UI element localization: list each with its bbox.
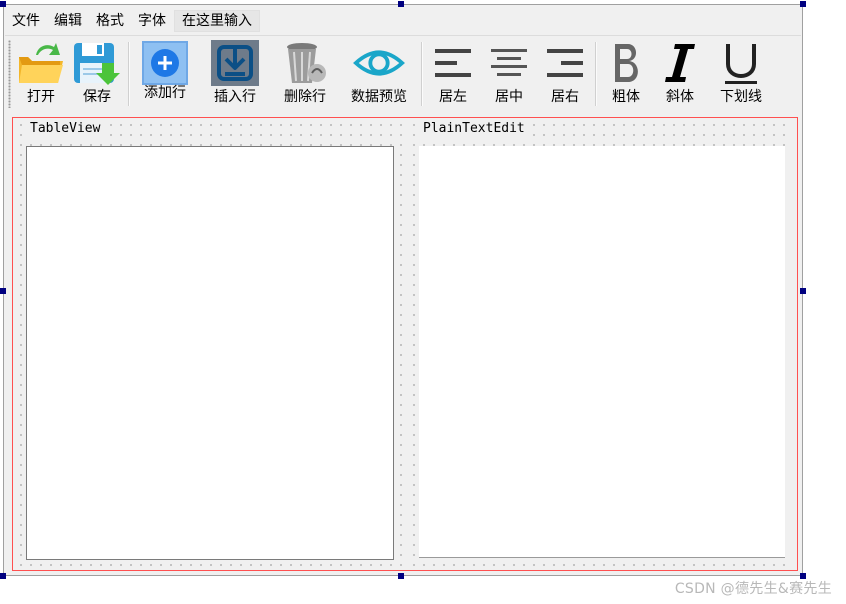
data-preview-label: 数据预览 bbox=[351, 89, 407, 105]
menu-file[interactable]: 文件 bbox=[6, 10, 48, 32]
insert-download-icon bbox=[209, 38, 261, 88]
open-folder-icon bbox=[15, 38, 67, 88]
toolbar-separator bbox=[595, 42, 597, 106]
resize-handle-top[interactable] bbox=[398, 1, 404, 7]
align-right-label: 居右 bbox=[551, 89, 579, 105]
menu-edit[interactable]: 编辑 bbox=[48, 10, 90, 32]
bold-button[interactable]: 粗体 bbox=[601, 38, 651, 110]
align-right-icon bbox=[539, 38, 591, 88]
trash-can-icon bbox=[279, 38, 331, 88]
data-preview-button[interactable]: 数据预览 bbox=[345, 38, 413, 110]
resize-handle-left[interactable] bbox=[0, 288, 6, 294]
underline-icon bbox=[715, 38, 767, 88]
align-left-button[interactable]: 居左 bbox=[427, 38, 479, 110]
align-center-icon bbox=[483, 38, 535, 88]
plain-text-edit[interactable] bbox=[419, 146, 785, 558]
align-center-button[interactable]: 居中 bbox=[483, 38, 535, 110]
add-row-label: 添加行 bbox=[144, 85, 186, 101]
resize-handle-top-left[interactable] bbox=[0, 1, 6, 7]
align-right-button[interactable]: 居右 bbox=[539, 38, 591, 110]
resize-handle-right[interactable] bbox=[800, 288, 806, 294]
save-disk-icon bbox=[71, 38, 123, 88]
align-center-label: 居中 bbox=[495, 89, 523, 105]
plaintextedit-title: PlainTextEdit bbox=[421, 121, 527, 137]
save-label: 保存 bbox=[83, 89, 111, 105]
insert-row-label: 插入行 bbox=[214, 89, 256, 105]
align-left-label: 居左 bbox=[439, 89, 467, 105]
resize-handle-bottom-left[interactable] bbox=[0, 573, 6, 579]
italic-icon bbox=[654, 38, 706, 88]
form-canvas: 文件 编辑 格式 字体 在这里输入 打开 保存 添加行 插入行 删除行 数据预览… bbox=[3, 4, 803, 576]
delete-row-button[interactable]: 删除行 bbox=[275, 38, 335, 110]
delete-row-label: 删除行 bbox=[284, 89, 326, 105]
resize-handle-top-right[interactable] bbox=[800, 1, 806, 7]
toolbar: 打开 保存 添加行 插入行 删除行 数据预览 居左 居中 居右 粗体 斜体 下划… bbox=[5, 35, 801, 112]
menu-type-here-placeholder[interactable]: 在这里输入 bbox=[174, 10, 260, 32]
underline-button[interactable]: 下划线 bbox=[711, 38, 771, 110]
csdn-watermark: CSDN @德先生&赛先生 bbox=[674, 581, 832, 597]
save-button[interactable]: 保存 bbox=[69, 38, 125, 110]
open-label: 打开 bbox=[27, 89, 55, 105]
menubar: 文件 编辑 格式 字体 在这里输入 bbox=[4, 9, 260, 33]
tableview-title: TableView bbox=[28, 121, 103, 137]
italic-button[interactable]: 斜体 bbox=[655, 38, 705, 110]
plaintextedit-group: PlainTextEdit bbox=[409, 120, 791, 568]
resize-handle-bottom[interactable] bbox=[398, 573, 404, 579]
toolbar-separator bbox=[421, 42, 423, 106]
bold-icon bbox=[600, 38, 652, 88]
menu-format[interactable]: 格式 bbox=[90, 10, 132, 32]
toolbar-separator bbox=[128, 42, 130, 106]
open-button[interactable]: 打开 bbox=[13, 38, 69, 110]
eye-icon bbox=[353, 38, 405, 88]
underline-label: 下划线 bbox=[720, 89, 762, 105]
bold-label: 粗体 bbox=[612, 89, 640, 105]
central-horizontal-layout: TableView PlainTextEdit bbox=[12, 117, 798, 571]
tableview-group: TableView bbox=[16, 120, 402, 568]
insert-row-button[interactable]: 插入行 bbox=[205, 38, 265, 110]
menu-font[interactable]: 字体 bbox=[132, 10, 174, 32]
table-view[interactable] bbox=[26, 146, 394, 560]
add-row-button[interactable]: 添加行 bbox=[137, 38, 193, 110]
toolbar-grip[interactable] bbox=[8, 40, 11, 108]
align-left-icon bbox=[427, 38, 479, 88]
italic-label: 斜体 bbox=[666, 89, 694, 105]
add-circle-icon bbox=[139, 38, 191, 88]
